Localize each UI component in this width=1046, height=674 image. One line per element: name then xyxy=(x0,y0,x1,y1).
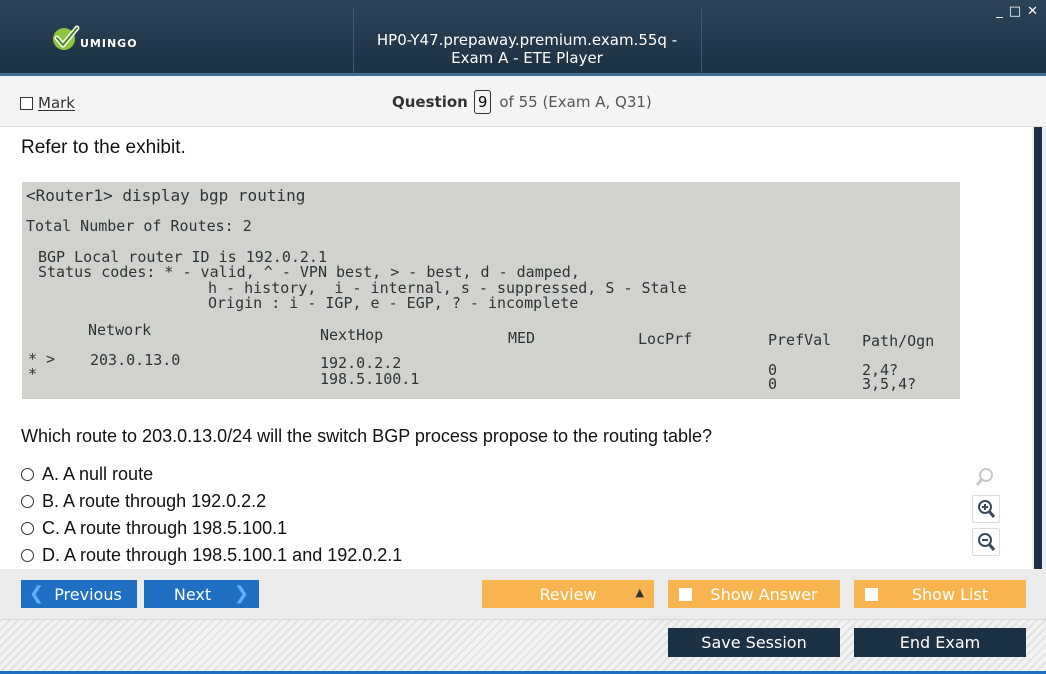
exhibit-status-line3: Origin : i - IGP, e - EGP, ? - incomplet… xyxy=(208,294,579,312)
answer-text: A route through 192.0.2.2 xyxy=(63,491,267,511)
answer-option-d[interactable]: D. A route through 198.5.100.1 and 192.0… xyxy=(21,542,402,569)
question-navigator: Question 9 of 55 (Exam A, Q31) xyxy=(392,90,652,114)
exhibit-status-line1: Status codes: * - valid, ^ - VPN best, >… xyxy=(38,263,580,281)
answer-radio[interactable] xyxy=(21,495,34,508)
chevron-right-icon: ❯ xyxy=(233,583,249,604)
exhibit-total: Total Number of Routes: 2 xyxy=(26,217,252,235)
answer-text: A route through 198.5.100.1 and 192.0.2.… xyxy=(64,545,403,565)
review-button[interactable]: Review ▲ xyxy=(482,580,654,608)
mark-checkbox-box[interactable] xyxy=(20,96,33,110)
exhibit-row2-nexthop: 198.5.100.1 xyxy=(320,370,420,388)
answer-option-c[interactable]: C. A route through 198.5.100.1 xyxy=(21,515,402,542)
close-icon[interactable]: ✕ xyxy=(1027,4,1038,19)
zoom-reset-icon[interactable] xyxy=(972,464,998,490)
show-list-checkbox[interactable] xyxy=(865,588,878,601)
exhibit-col-nexthop: NextHop xyxy=(320,326,384,344)
window-title: HP0-Y47.prepaway.premium.exam.55q - Exam… xyxy=(376,31,678,67)
mark-checkbox[interactable]: Mark xyxy=(20,94,75,112)
answer-list: A. A null route B. A route through 192.0… xyxy=(21,461,402,569)
window-controls: _ □ ✕ xyxy=(996,4,1038,19)
chevron-left-icon: ❮ xyxy=(29,583,45,604)
show-list-button[interactable]: Show List xyxy=(854,580,1026,608)
content-scrollbar[interactable] xyxy=(1032,127,1046,569)
exhibit-row2-flags: * xyxy=(28,365,38,383)
zoom-tools xyxy=(972,464,1000,556)
question-label: Question xyxy=(392,93,468,111)
end-exam-button[interactable]: End Exam xyxy=(854,628,1026,657)
title-divider xyxy=(701,8,702,74)
answer-text: A null route xyxy=(63,464,154,484)
next-button[interactable]: Next ❯ xyxy=(144,580,259,608)
zoom-out-icon[interactable] xyxy=(972,528,1000,556)
previous-label: Previous xyxy=(54,584,122,604)
show-answer-checkbox[interactable] xyxy=(679,588,692,601)
exhibit-row1-network: 203.0.13.0 xyxy=(90,351,181,369)
question-number-input[interactable]: 9 xyxy=(473,90,492,114)
exhibit-row2-path: 3,5,4? xyxy=(862,375,917,393)
question-text: Which route to 203.0.13.0/24 will the sw… xyxy=(21,426,713,446)
review-label: Review xyxy=(539,584,597,604)
answer-letter: C. xyxy=(42,518,60,538)
title-bar: UMINGO HP0-Y47.prepaway.premium.exam.55q… xyxy=(0,0,1046,76)
navigation-bar: ❮ Previous Next ❯ Review ▲ Show Answer S… xyxy=(0,569,1046,619)
exhibit-row2-prefval: 0 xyxy=(768,375,778,393)
question-content: Refer to the exhibit. <Router1> display … xyxy=(0,127,1032,569)
show-answer-button[interactable]: Show Answer xyxy=(668,580,840,608)
exhibit-col-med: MED xyxy=(508,329,536,347)
exhibit-col-locprf: LocPrf xyxy=(638,330,693,348)
exhibit-col-network: Network xyxy=(88,321,152,339)
next-label: Next xyxy=(173,584,212,604)
question-of-text: of 55 (Exam A, Q31) xyxy=(499,93,652,111)
save-session-button[interactable]: Save Session xyxy=(668,628,840,657)
answer-text: A route through 198.5.100.1 xyxy=(64,518,288,538)
footer-bar: Save Session End Exam xyxy=(0,619,1046,674)
answer-option-b[interactable]: B. A route through 192.0.2.2 xyxy=(21,488,402,515)
exhibit-col-path: Path/Ogn xyxy=(862,332,935,350)
logo-check-icon xyxy=(53,25,80,50)
exhibit-image: <Router1> display bgp routing Total Numb… xyxy=(22,182,960,399)
zoom-in-icon[interactable] xyxy=(972,495,1000,523)
app-logo: UMINGO xyxy=(50,24,138,54)
show-answer-label: Show Answer xyxy=(710,584,818,604)
exhibit-col-prefval: PrefVal xyxy=(768,331,832,349)
mark-label: Mark xyxy=(38,94,75,112)
exhibit-row1-nexthop: 192.0.2.2 xyxy=(320,354,402,372)
triangle-up-icon: ▲ xyxy=(635,586,644,599)
minimize-icon[interactable]: _ xyxy=(996,4,1003,19)
question-header: Mark Question 9 of 55 (Exam A, Q31) xyxy=(0,76,1046,127)
answer-radio[interactable] xyxy=(21,468,34,481)
answer-option-a[interactable]: A. A null route xyxy=(21,461,402,488)
answer-letter: D. xyxy=(42,545,60,565)
previous-button[interactable]: ❮ Previous xyxy=(21,580,137,608)
answer-letter: B. xyxy=(42,491,60,511)
answer-radio[interactable] xyxy=(21,549,34,562)
logo-text: UMINGO xyxy=(80,36,138,50)
show-list-label: Show List xyxy=(911,584,989,604)
answer-letter: A. xyxy=(42,464,60,484)
maximize-icon[interactable]: □ xyxy=(1009,4,1021,19)
refer-text: Refer to the exhibit. xyxy=(21,137,186,158)
answer-radio[interactable] xyxy=(21,522,34,535)
exhibit-command: <Router1> display bgp routing xyxy=(26,186,306,205)
scrollbar-thumb[interactable] xyxy=(1034,127,1042,569)
